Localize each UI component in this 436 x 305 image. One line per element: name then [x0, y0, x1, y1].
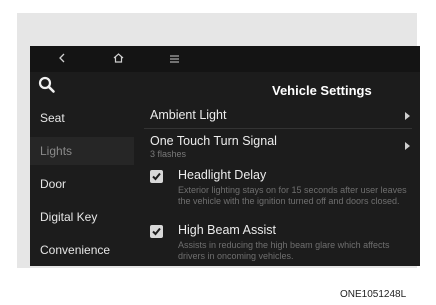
sidebar-item-door[interactable]: Door	[30, 170, 134, 198]
sidebar-item-convenience[interactable]: Convenience	[30, 236, 134, 264]
chevron-right-icon	[405, 112, 410, 120]
back-icon[interactable]	[50, 49, 74, 69]
ambient-light-label: Ambient Light	[150, 108, 227, 122]
page-title: Vehicle Settings	[272, 83, 372, 98]
one-touch-turn-signal-value: 3 flashes	[150, 149, 187, 159]
high-beam-assist-label: High Beam Assist	[178, 223, 276, 237]
high-beam-assist-description: Assists in reducing the high beam glare …	[178, 240, 390, 261]
chevron-right-icon	[405, 142, 410, 150]
figure-caption: ONE1051248L	[340, 289, 407, 300]
top-bar	[30, 46, 420, 72]
one-touch-turn-signal-label: One Touch Turn Signal	[150, 134, 277, 148]
divider	[144, 128, 412, 129]
menu-icon[interactable]	[162, 49, 186, 69]
sidebar-item-lights[interactable]: Lights	[30, 137, 134, 165]
headlight-delay-checkbox[interactable]	[150, 170, 163, 183]
search-icon[interactable]	[38, 76, 60, 98]
infotainment-screen: Seat Lights Door Digital Key Convenience…	[30, 46, 420, 266]
headlight-delay-label: Headlight Delay	[178, 168, 267, 182]
sidebar-item-seat[interactable]: Seat	[30, 104, 134, 132]
home-icon[interactable]	[106, 49, 130, 69]
headlight-delay-description: Exterior lighting stays on for 15 second…	[178, 185, 407, 206]
high-beam-assist-checkbox[interactable]	[150, 225, 163, 238]
headlight-delay-row[interactable]: Headlight Delay Exterior lighting stays …	[150, 168, 412, 220]
ambient-light-row[interactable]: Ambient Light	[150, 108, 412, 126]
high-beam-assist-row[interactable]: High Beam Assist Assists in reducing the…	[150, 223, 412, 266]
sidebar-item-digital-key[interactable]: Digital Key	[30, 203, 134, 231]
one-touch-turn-signal-row[interactable]: One Touch Turn Signal 3 flashes	[150, 134, 412, 164]
settings-sidebar: Seat Lights Door Digital Key Convenience	[30, 72, 134, 266]
